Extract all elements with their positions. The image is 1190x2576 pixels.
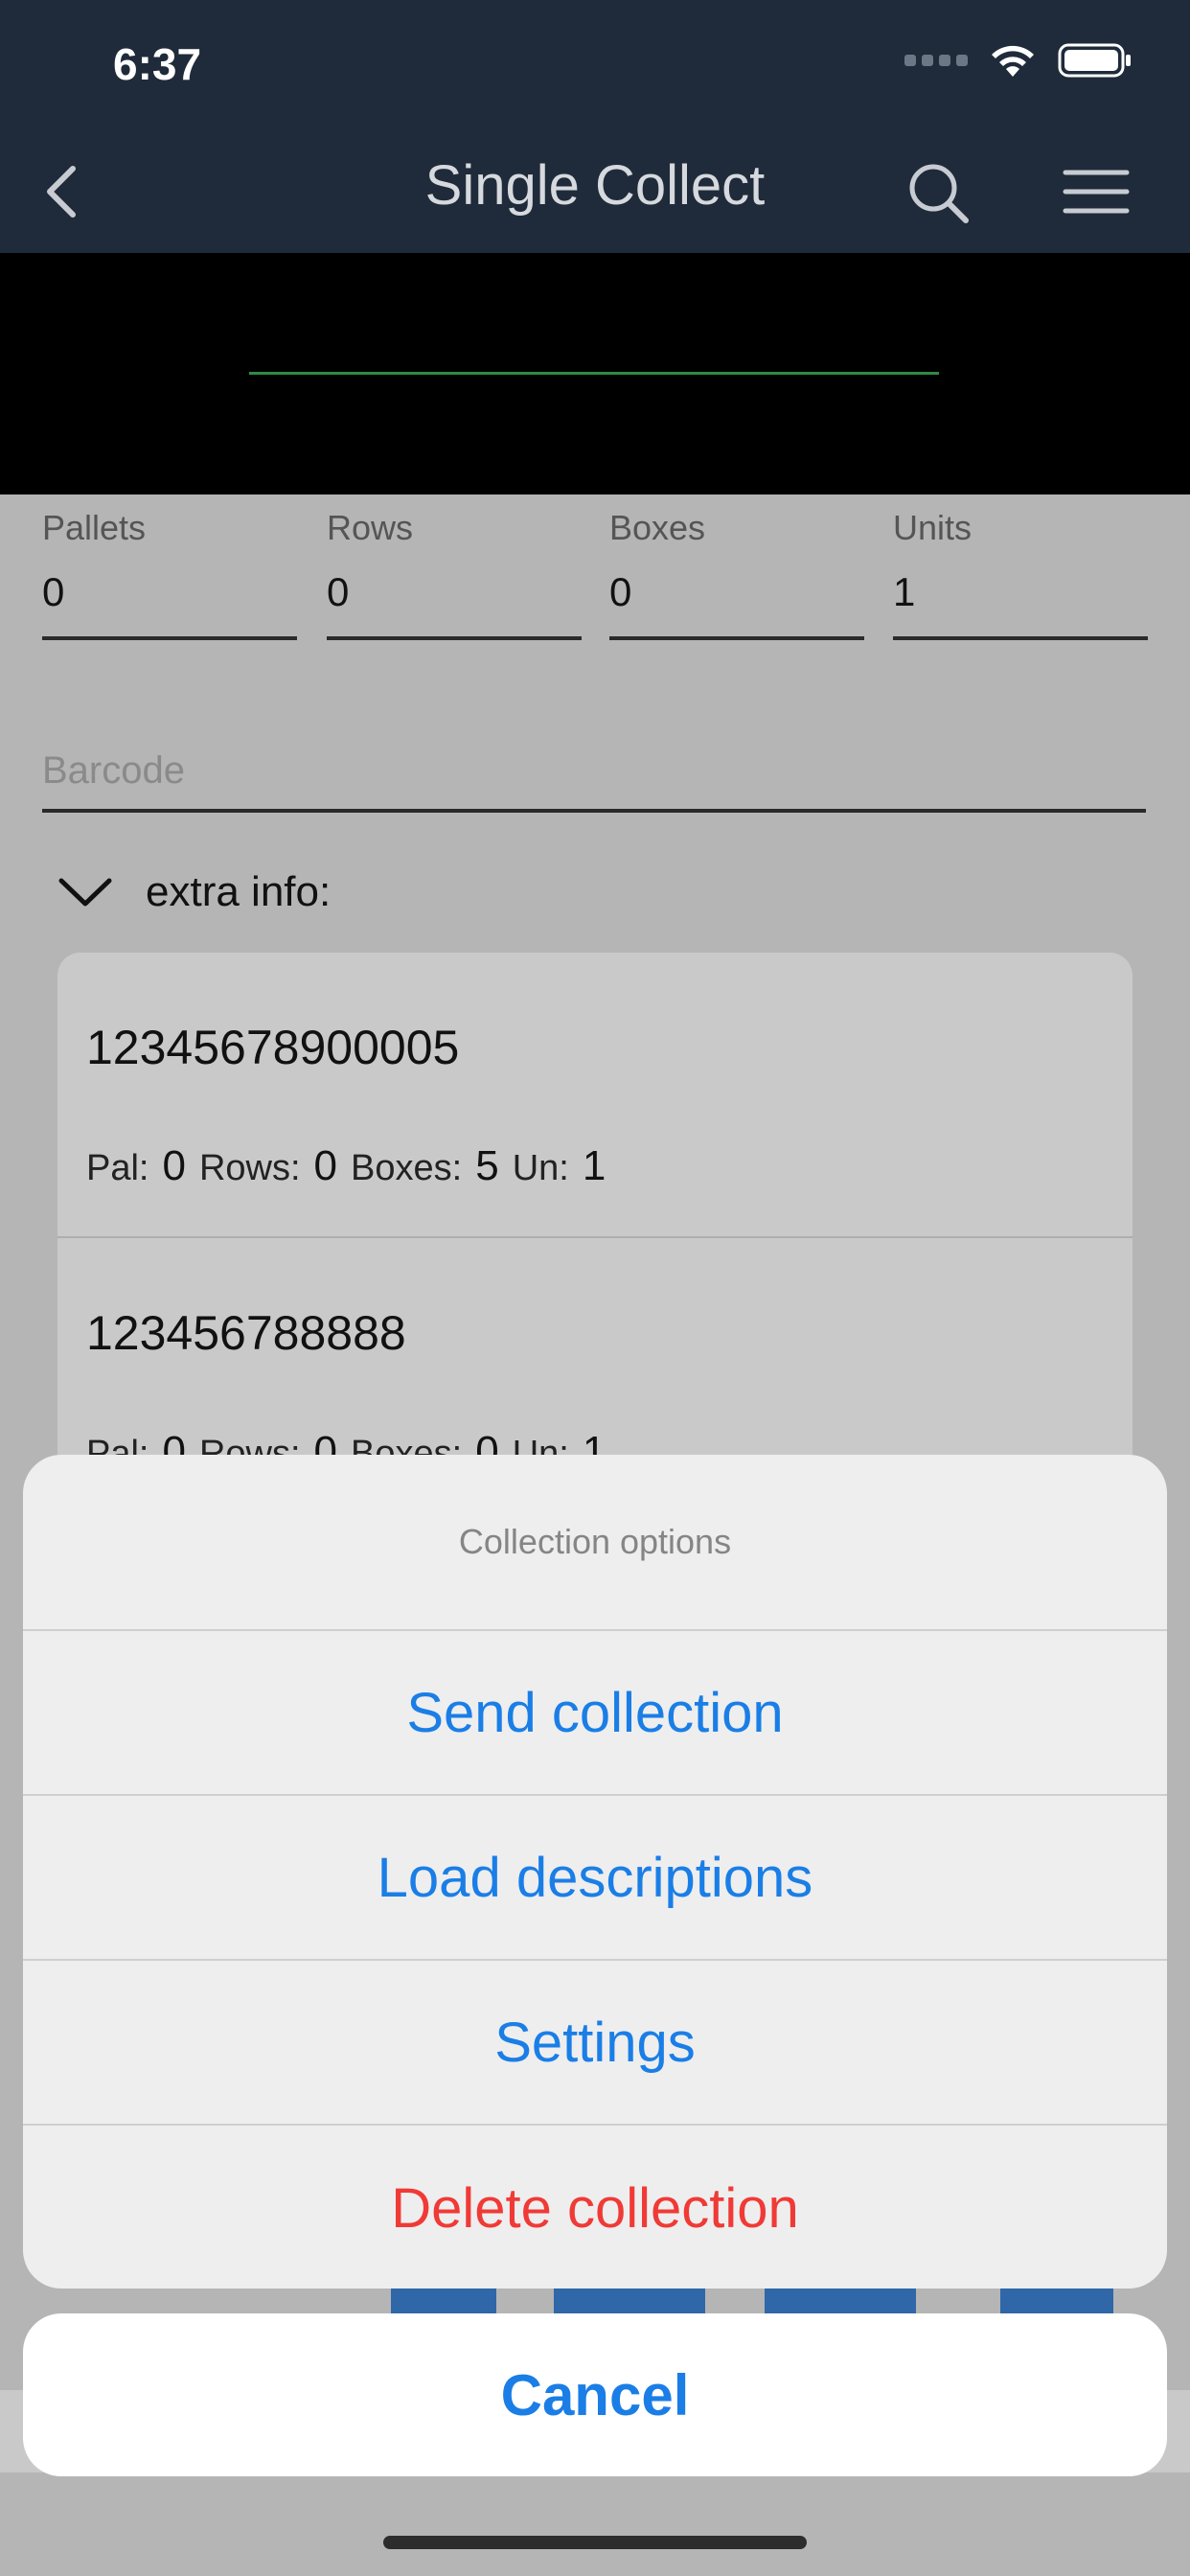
barcode-input[interactable] (42, 736, 1146, 805)
sheet-title: Collection options (23, 1455, 1167, 1631)
settings-button[interactable]: Settings (23, 1961, 1167, 2126)
pallets-input[interactable]: 0 (42, 569, 297, 640)
rows-value: 0 (313, 1142, 338, 1189)
status-bar: 6:37 (0, 0, 1190, 130)
item-counts: Pal: 0 Rows: 0 Boxes: 5 Un: 1 (86, 1142, 606, 1190)
pallets-label: Pallets (42, 508, 147, 547)
item-barcode: 12345678900005 (86, 1021, 460, 1074)
chevron-down-icon (58, 878, 112, 907)
send-collection-button[interactable]: Send collection (23, 1631, 1167, 1796)
scan-line (249, 372, 939, 375)
search-icon[interactable] (901, 155, 977, 232)
boxes-input[interactable]: 0 (609, 569, 864, 640)
status-icons (904, 42, 1133, 79)
un-value: 1 (582, 1142, 606, 1189)
barcode-scanner-preview[interactable] (0, 253, 1190, 494)
delete-collection-button[interactable]: Delete collection (23, 2126, 1167, 2288)
units-input[interactable]: 1 (893, 569, 1148, 640)
rows-field[interactable]: Rows 0 (327, 508, 582, 640)
rows-label: Rows: (198, 1148, 301, 1188)
rows-label: Rows (327, 508, 414, 547)
list-item[interactable]: 12345678900005 Pal: 0 Rows: 0 Boxes: 5 U… (57, 953, 1133, 1238)
collected-items-list: 12345678900005 Pal: 0 Rows: 0 Boxes: 5 U… (57, 953, 1133, 1528)
units-label: Units (893, 508, 973, 547)
item-barcode: 123456788888 (86, 1306, 406, 1360)
load-descriptions-button[interactable]: Load descriptions (23, 1796, 1167, 1961)
page-title: Single Collect (424, 154, 766, 217)
boxes-value: 5 (475, 1142, 499, 1189)
boxes-label: Boxes (609, 508, 706, 547)
barcode-field[interactable] (42, 736, 1146, 813)
rows-input[interactable]: 0 (327, 569, 582, 640)
navigation-bar: Single Collect (0, 130, 1190, 253)
home-indicator (383, 2536, 807, 2549)
battery-icon (1058, 43, 1131, 78)
un-label: Un: (512, 1148, 569, 1188)
boxes-label: Boxes: (351, 1148, 463, 1188)
hamburger-menu-icon[interactable] (1062, 163, 1131, 220)
pallets-field[interactable]: Pallets 0 (42, 508, 297, 640)
wifi-icon (992, 45, 1034, 77)
extra-info-label: extra info: (146, 868, 332, 915)
cellular-signal-icon (904, 55, 968, 66)
pal-label: Pal: (86, 1148, 149, 1188)
units-field[interactable]: Units 1 (893, 508, 1148, 640)
collection-options-sheet: Collection options Send collection Load … (23, 1455, 1167, 2288)
status-time: 6:37 (113, 39, 202, 89)
extra-info-toggle[interactable]: extra info: (57, 868, 331, 916)
pal-value: 0 (162, 1142, 186, 1189)
boxes-field[interactable]: Boxes 0 (609, 508, 864, 640)
cancel-button[interactable]: Cancel (23, 2313, 1167, 2476)
